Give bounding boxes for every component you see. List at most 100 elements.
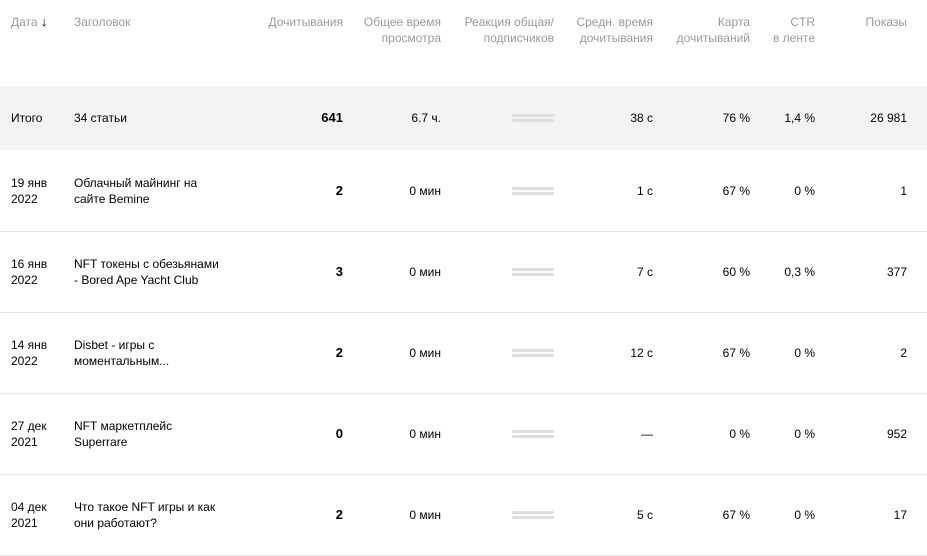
row-title-line1: NFT маркетплейс	[74, 418, 173, 433]
row-avg-time: 5 с	[636, 507, 653, 522]
row-title-line2: - Bored Ape Yacht Club	[74, 272, 199, 287]
row-total-time: 0 мин	[409, 507, 441, 522]
row-date-year: 2022	[11, 353, 38, 368]
row-date-year: 2022	[11, 191, 38, 206]
table-header: Дата ↓ Заголовок Дочитывания Общее время…	[0, 0, 927, 60]
row-views: 2	[900, 345, 907, 360]
header-reaction-line2: подписчиков	[483, 31, 554, 45]
row-date-year: 2021	[11, 434, 38, 449]
row-reads: 2	[335, 182, 343, 198]
row-avg-time: 1 с	[636, 183, 653, 198]
row-ctr: 0 %	[794, 507, 815, 522]
header-map-line2: дочитываний	[676, 31, 750, 45]
reaction-bars	[512, 112, 554, 124]
row-reads: 2	[335, 344, 343, 360]
header-ctr[interactable]: CTR в ленте	[773, 14, 815, 46]
sort-date-button[interactable]: Дата ↓	[11, 14, 47, 30]
row-ctr: 0 %	[794, 426, 815, 441]
header-avg-time-line1: Средн. время	[576, 15, 653, 29]
total-avg-time: 38 с	[630, 111, 653, 125]
row-views: 17	[893, 507, 907, 522]
row-title-line2: сайте Bemine	[74, 191, 150, 206]
table-row[interactable]: 14 янв 2022 Disbet - игры с моментальным…	[0, 312, 927, 394]
row-title-line1: Что такое NFT игры и как	[74, 499, 216, 514]
header-views[interactable]: Показы	[866, 14, 907, 30]
row-date-day: 27 дек	[11, 418, 47, 433]
row-date-day: 19 янв	[11, 175, 48, 190]
row-date: 16 янв 2022	[11, 256, 47, 288]
table-row[interactable]: 04 дек 2021 Что такое NFT игры и как они…	[0, 474, 927, 556]
header-avg-time[interactable]: Средн. время дочитывания	[576, 14, 653, 46]
total-label: Итого	[11, 111, 43, 125]
header-title[interactable]: Заголовок	[74, 14, 130, 30]
row-title-line2: Superrare	[74, 434, 128, 449]
reaction-bars	[512, 428, 554, 440]
row-title-line2: моментальным...	[74, 353, 170, 368]
row-total-time: 0 мин	[409, 183, 441, 198]
row-date-day: 16 янв	[11, 256, 48, 271]
header-total-time-line1: Общее время	[363, 15, 441, 29]
header-ctr-line1: CTR	[790, 15, 815, 29]
header-reads[interactable]: Дочитывания	[269, 14, 344, 30]
stats-table: Дата ↓ Заголовок Дочитывания Общее время…	[0, 0, 927, 556]
total-ctr: 1,4 %	[784, 111, 815, 125]
row-title-link[interactable]: NFT токены с обезьянами - Bored Ape Yach…	[74, 256, 219, 288]
reaction-bars	[512, 509, 554, 521]
header-ctr-line2: в ленте	[772, 31, 815, 45]
row-title-line2: они работают?	[74, 515, 157, 530]
row-avg-time: 12 с	[630, 345, 653, 360]
row-title-line1: NFT токены с обезьянами	[74, 256, 219, 271]
header-map[interactable]: Карта дочитываний	[677, 14, 750, 46]
row-title-link[interactable]: Что такое NFT игры и как они работают?	[74, 499, 215, 531]
total-reads: 641	[321, 110, 343, 125]
reaction-bars	[512, 266, 554, 278]
row-date: 14 янв 2022	[11, 337, 47, 369]
row-map: 0 %	[729, 426, 750, 441]
total-title: 34 статьи	[74, 111, 127, 125]
reaction-bars	[512, 347, 554, 359]
total-map: 76 %	[722, 111, 750, 125]
row-title-link[interactable]: Облачный майнинг на сайте Bemine	[74, 175, 197, 207]
row-date: 04 дек 2021	[11, 499, 47, 531]
row-map: 67 %	[722, 183, 750, 198]
row-date: 27 дек 2021	[11, 418, 47, 450]
row-date-year: 2021	[11, 515, 38, 530]
total-views: 26 981	[870, 111, 907, 125]
row-map: 60 %	[722, 264, 750, 279]
row-avg-time: —	[641, 426, 653, 441]
row-views: 377	[886, 264, 907, 279]
header-date: Дата	[11, 15, 38, 29]
row-total-time: 0 мин	[409, 264, 441, 279]
row-date: 19 янв 2022	[11, 175, 47, 207]
table-row[interactable]: 27 дек 2021 NFT маркетплейс Superrare 0 …	[0, 393, 927, 475]
row-total-time: 0 мин	[409, 426, 441, 441]
row-views: 1	[900, 183, 907, 198]
row-ctr: 0 %	[794, 345, 815, 360]
row-date-day: 04 дек	[11, 499, 47, 514]
row-reads: 3	[335, 263, 343, 279]
table-row[interactable]: 16 янв 2022 NFT токены с обезьянами - Bo…	[0, 231, 927, 313]
row-avg-time: 7 с	[636, 264, 653, 279]
row-date-day: 14 янв	[11, 337, 48, 352]
arrow-down-icon: ↓	[40, 14, 48, 29]
header-reaction[interactable]: Реакция общая/ подписчиков	[465, 14, 554, 46]
table-row[interactable]: 19 янв 2022 Облачный майнинг на сайте Be…	[0, 150, 927, 232]
row-map: 67 %	[722, 507, 750, 522]
row-title-line1: Облачный майнинг на	[74, 175, 198, 190]
row-reads: 0	[335, 425, 343, 441]
row-ctr: 0,3 %	[784, 264, 815, 279]
row-ctr: 0 %	[794, 183, 815, 198]
header-map-line1: Карта	[717, 15, 750, 29]
reaction-bars	[512, 185, 554, 197]
row-date-year: 2022	[11, 272, 38, 287]
header-total-time[interactable]: Общее время просмотра	[364, 14, 441, 46]
row-views: 952	[886, 426, 907, 441]
header-total-time-line2: просмотра	[381, 31, 441, 45]
row-title-link[interactable]: NFT маркетплейс Superrare	[74, 418, 172, 450]
header-reaction-line1: Реакция общая/	[464, 15, 554, 29]
row-title-line1: Disbet - игры с	[74, 337, 155, 352]
row-total-time: 0 мин	[409, 345, 441, 360]
total-time: 6.7 ч.	[411, 111, 441, 125]
row-reads: 2	[335, 506, 343, 522]
row-title-link[interactable]: Disbet - игры с моментальным...	[74, 337, 169, 369]
